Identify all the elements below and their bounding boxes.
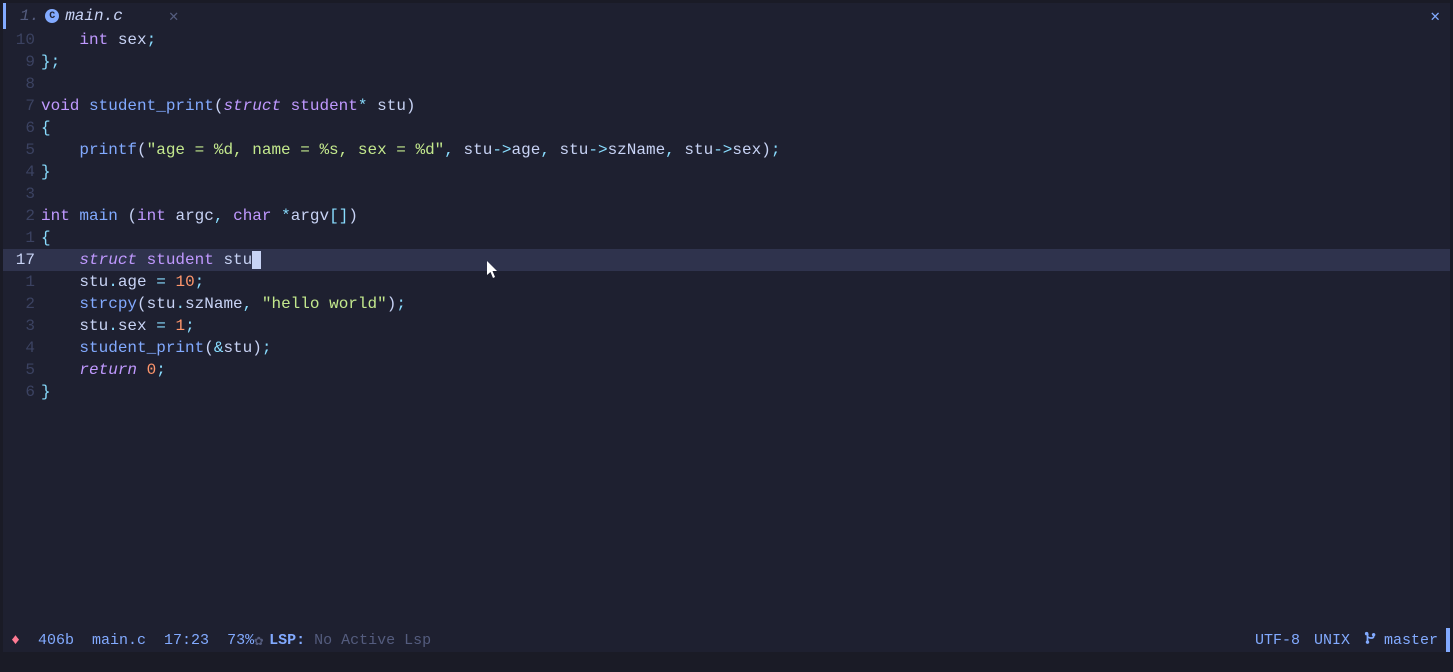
code-content: int sex; (41, 29, 1450, 51)
code-line[interactable]: 4 student_print(&stu); (3, 337, 1450, 359)
line-number: 5 (3, 139, 41, 161)
text-cursor (252, 251, 261, 269)
code-line[interactable]: 3 stu.sex = 1; (3, 315, 1450, 337)
line-number: 1 (3, 227, 41, 249)
line-number: 4 (3, 161, 41, 183)
code-content: stu.sex = 1; (41, 315, 1450, 337)
code-line[interactable]: 9}; (3, 51, 1450, 73)
command-line[interactable] (3, 652, 1450, 672)
code-content: }; (41, 51, 1450, 73)
tab-index: 1. (20, 7, 39, 25)
line-number: 2 (3, 293, 41, 315)
line-number: 3 (3, 183, 41, 205)
branch-name: master (1384, 632, 1438, 649)
line-number: 6 (3, 381, 41, 403)
code-content: { (41, 117, 1450, 139)
code-editor[interactable]: 10 int sex;9};87void student_print(struc… (3, 29, 1450, 628)
branch-icon (1364, 631, 1378, 650)
line-number: 17 (3, 249, 41, 271)
line-number: 3 (3, 315, 41, 337)
code-content: struct student stu (41, 249, 1450, 271)
line-number: 7 (3, 95, 41, 117)
line-number: 8 (3, 73, 41, 95)
code-line[interactable]: 6{ (3, 117, 1450, 139)
lsp-status: No Active Lsp (314, 632, 431, 649)
panel-close-icon[interactable]: ✕ (1430, 6, 1440, 26)
code-content: student_print(&stu); (41, 337, 1450, 359)
code-line[interactable]: 17 struct student stu (3, 249, 1450, 271)
code-line[interactable]: 6} (3, 381, 1450, 403)
status-line: ♦ 406b main.c 17:23 73% ✿ LSP: No Active… (3, 628, 1450, 652)
tab-close-icon[interactable]: ✕ (169, 6, 179, 26)
lsp-label: LSP: (269, 632, 305, 649)
code-content: return 0; (41, 359, 1450, 381)
c-file-icon: C (45, 9, 59, 23)
status-encoding: UTF-8 (1255, 632, 1300, 649)
line-number: 1 (3, 271, 41, 293)
tab-bar: 1. C main.c ✕ ✕ (3, 3, 1450, 29)
code-line[interactable]: 2 strcpy(stu.szName, "hello world"); (3, 293, 1450, 315)
code-line[interactable]: 1{ (3, 227, 1450, 249)
code-line[interactable]: 2int main (int argc, char *argv[]) (3, 205, 1450, 227)
code-line[interactable]: 5 return 0; (3, 359, 1450, 381)
tab-main-c[interactable]: 1. C main.c (12, 7, 131, 25)
line-number: 6 (3, 117, 41, 139)
mode-icon: ♦ (11, 632, 20, 649)
status-position: 17:23 (164, 632, 209, 649)
status-filename: main.c (92, 632, 146, 649)
code-content: } (41, 381, 1450, 403)
code-line[interactable]: 5 printf("age = %d, name = %s, sex = %d"… (3, 139, 1450, 161)
code-content: { (41, 227, 1450, 249)
status-percent: 73% (227, 632, 254, 649)
line-number: 5 (3, 359, 41, 381)
code-content: void student_print(struct student* stu) (41, 95, 1450, 117)
git-branch[interactable]: master (1364, 631, 1438, 650)
line-number: 2 (3, 205, 41, 227)
code-line[interactable]: 4} (3, 161, 1450, 183)
code-content: int main (int argc, char *argv[]) (41, 205, 1450, 227)
code-content: stu.age = 10; (41, 271, 1450, 293)
code-line[interactable]: 3 (3, 183, 1450, 205)
code-content: printf("age = %d, name = %s, sex = %d", … (41, 139, 1450, 161)
code-line[interactable]: 10 int sex; (3, 29, 1450, 51)
code-line[interactable]: 7void student_print(struct student* stu) (3, 95, 1450, 117)
code-line[interactable]: 8 (3, 73, 1450, 95)
tab-filename: main.c (65, 7, 123, 25)
code-content: strcpy(stu.szName, "hello world"); (41, 293, 1450, 315)
code-content (41, 73, 1450, 95)
line-number: 4 (3, 337, 41, 359)
status-filesize: 406b (38, 632, 74, 649)
line-number: 10 (3, 29, 41, 51)
status-fileformat: UNIX (1314, 632, 1350, 649)
code-content (41, 183, 1450, 205)
gear-icon: ✿ (254, 631, 263, 650)
code-line[interactable]: 1 stu.age = 10; (3, 271, 1450, 293)
code-content: } (41, 161, 1450, 183)
line-number: 9 (3, 51, 41, 73)
